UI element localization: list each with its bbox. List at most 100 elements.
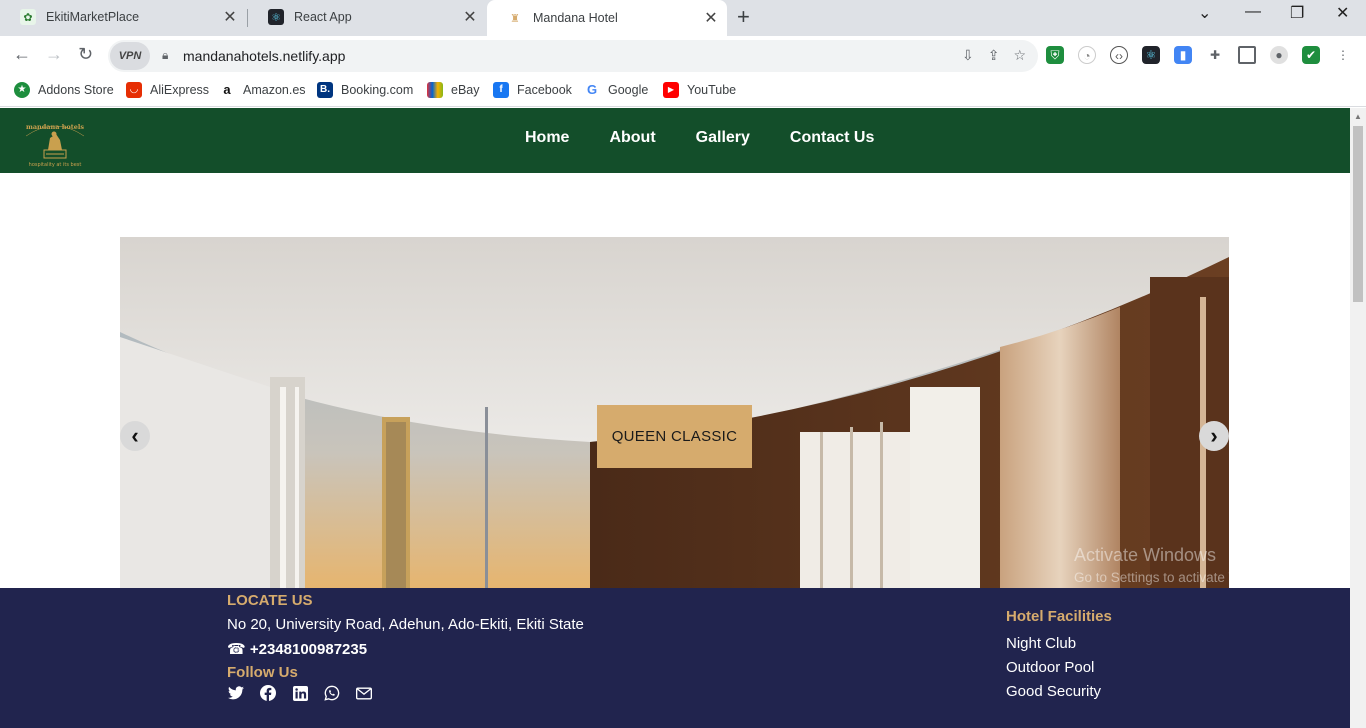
- scrollbar-thumb[interactable]: [1353, 126, 1363, 302]
- browser-tab-bar: ✿ EkitiMarketPlace ✕ ⚛ React App ✕ ♜ Man…: [0, 0, 1366, 36]
- bookmark-label: Addons Store: [38, 83, 114, 97]
- tab-search-icon[interactable]: ⌄: [1198, 3, 1211, 23]
- list-item: Outdoor Pool: [1006, 659, 1095, 676]
- puzzle-extensions-icon[interactable]: ✚: [1206, 46, 1224, 64]
- vpn-button[interactable]: VPN: [110, 42, 150, 70]
- linkedin-icon[interactable]: [291, 684, 309, 702]
- site-navbar: mandana hotels hospitality at its best H…: [0, 108, 1350, 173]
- watermark-subtitle: Go to Settings to activate Windows.: [1074, 570, 1288, 585]
- timer-extension-icon[interactable]: ◔: [1078, 46, 1096, 64]
- carousel-next-button[interactable]: ›: [1199, 421, 1229, 451]
- bookmark-facebook[interactable]: f Facebook: [493, 82, 572, 98]
- bookmark-youtube[interactable]: ▶ YouTube: [663, 82, 736, 98]
- bookmark-label: eBay: [451, 83, 480, 97]
- side-panel-icon[interactable]: [1238, 46, 1256, 64]
- list-item: Good Security: [1006, 683, 1102, 700]
- address-text: No 20, University Road, Adehun, Ado-Ekit…: [227, 616, 584, 633]
- nav-contact-us[interactable]: Contact Us: [790, 129, 874, 147]
- nav-about[interactable]: About: [609, 129, 655, 147]
- nav-home[interactable]: Home: [525, 129, 569, 147]
- carousel-prev-button[interactable]: ‹: [120, 421, 150, 451]
- code-extension-icon[interactable]: ‹›: [1110, 46, 1128, 64]
- booking-icon: B.: [317, 82, 333, 98]
- bookmark-google[interactable]: G Google: [584, 82, 648, 98]
- bookmark-star-icon[interactable]: ☆: [1013, 47, 1026, 64]
- email-icon[interactable]: [355, 684, 373, 702]
- aliexpress-icon: ◡: [126, 82, 142, 98]
- forward-icon[interactable]: →: [45, 44, 63, 65]
- amazon-icon: a: [219, 82, 235, 98]
- bookmark-label: Facebook: [517, 83, 572, 97]
- scroll-up-icon[interactable]: ▲: [1354, 112, 1362, 121]
- extensions-area: ⛨ ◔ ‹› ⚛ ▮ ✚ ● ✔ ⋮: [1046, 46, 1352, 64]
- translate-extension-icon[interactable]: ▮: [1174, 46, 1192, 64]
- close-icon[interactable]: ✕: [220, 7, 240, 27]
- market-icon: ✿: [20, 9, 36, 25]
- window-close-icon[interactable]: ✕: [1336, 3, 1349, 23]
- facilities-list: Night Club Outdoor Pool Good Security: [1006, 632, 1101, 704]
- bookmark-label: Google: [608, 83, 649, 97]
- tab-react-app[interactable]: ⚛ React App ✕: [248, 0, 486, 34]
- reload-icon[interactable]: ↻: [78, 44, 93, 65]
- tab-title: Mandana Hotel: [533, 11, 618, 25]
- bookmark-label: Booking.com: [341, 83, 414, 97]
- site-footer: LOCATE US No 20, University Road, Adehun…: [0, 588, 1350, 728]
- menu-dots-icon[interactable]: ⋮: [1334, 46, 1352, 64]
- follow-us-heading: Follow Us: [227, 664, 298, 681]
- bookmark-addons-store[interactable]: ★ Addons Store: [14, 82, 114, 98]
- hotel-logo[interactable]: mandana hotels hospitality at its best: [20, 120, 90, 168]
- url-text[interactable]: mandanahotels.netlify.app: [183, 48, 345, 64]
- bookmark-amazon[interactable]: a Amazon.es: [219, 82, 306, 98]
- tab-ekitimarketplace[interactable]: ✿ EkitiMarketPlace ✕: [0, 0, 246, 34]
- new-tab-icon[interactable]: +: [737, 4, 750, 30]
- google-icon: G: [584, 82, 600, 98]
- nav-gallery[interactable]: Gallery: [696, 129, 750, 147]
- tab-mandana-hotel[interactable]: ♜ Mandana Hotel ✕: [487, 0, 727, 36]
- facebook-icon[interactable]: [259, 684, 277, 702]
- tab-title: React App: [294, 10, 352, 24]
- hotel-facilities-heading: Hotel Facilities: [1006, 608, 1112, 625]
- lock-icon[interactable]: 🔒︎: [162, 48, 168, 63]
- install-icon[interactable]: ⇩: [962, 47, 974, 64]
- close-icon[interactable]: ✕: [701, 8, 721, 28]
- phone-number[interactable]: ☎ +2348100987235: [227, 640, 367, 658]
- slide-caption[interactable]: QUEEN CLASSIC: [597, 405, 752, 468]
- tab-title: EkitiMarketPlace: [46, 10, 140, 24]
- addons-icon: ★: [14, 82, 30, 98]
- back-icon[interactable]: ←: [13, 44, 31, 65]
- bookmark-label: Amazon.es: [243, 83, 306, 97]
- bookmark-label: YouTube: [687, 83, 737, 97]
- hotel-icon: ♜: [510, 12, 520, 25]
- address-bar[interactable]: VPN 🔒︎ mandanahotels.netlify.app ⇩ ⇪ ☆: [108, 40, 1038, 72]
- svg-text:mandana hotels: mandana hotels: [26, 123, 84, 131]
- page-scrollbar[interactable]: ▲: [1350, 108, 1366, 728]
- list-item: Night Club: [1006, 635, 1077, 652]
- react-icon: ⚛: [268, 9, 284, 25]
- bookmark-ebay[interactable]: eBay: [427, 82, 480, 98]
- profile-icon[interactable]: ●: [1270, 46, 1288, 64]
- locate-us-heading: LOCATE US: [227, 592, 313, 609]
- bookmarks-bar: ★ Addons Store ◡ AliExpress a Amazon.es B. B…: [0, 76, 1366, 107]
- facebook-icon: f: [493, 82, 509, 98]
- close-icon[interactable]: ✕: [460, 7, 480, 27]
- react-devtools-icon[interactable]: ⚛: [1142, 46, 1160, 64]
- share-icon[interactable]: ⇪: [988, 47, 1000, 64]
- watermark-title: Activate Windows: [1074, 545, 1217, 565]
- check-shield-icon[interactable]: ✔: [1302, 46, 1320, 64]
- bookmark-booking[interactable]: B. Booking.com: [317, 82, 413, 98]
- twitter-icon[interactable]: [227, 684, 245, 702]
- minimize-icon[interactable]: —: [1245, 3, 1261, 21]
- image-carousel: QUEEN CLASSIC ‹ ›: [120, 237, 1229, 597]
- chevron-right-icon: ›: [1210, 423, 1218, 448]
- bookmark-label: AliExpress: [150, 83, 210, 97]
- browser-toolbar: ← → ↻ VPN 🔒︎ mandanahotels.netlify.app ⇩…: [0, 36, 1366, 76]
- restore-icon[interactable]: ❐: [1290, 3, 1304, 23]
- shield-extension-icon[interactable]: ⛨: [1046, 46, 1064, 64]
- svg-text:hospitality at its best: hospitality at its best: [29, 162, 82, 168]
- whatsapp-icon[interactable]: [323, 684, 341, 702]
- page-viewport: mandana hotels hospitality at its best H…: [0, 108, 1350, 728]
- ebay-icon: [427, 82, 443, 98]
- nav-links: Home About Gallery Contact Us: [525, 129, 874, 147]
- bookmark-aliexpress[interactable]: ◡ AliExpress: [126, 82, 209, 98]
- windows-activation-watermark: Activate Windows Go to Settings to activ…: [1074, 545, 1287, 585]
